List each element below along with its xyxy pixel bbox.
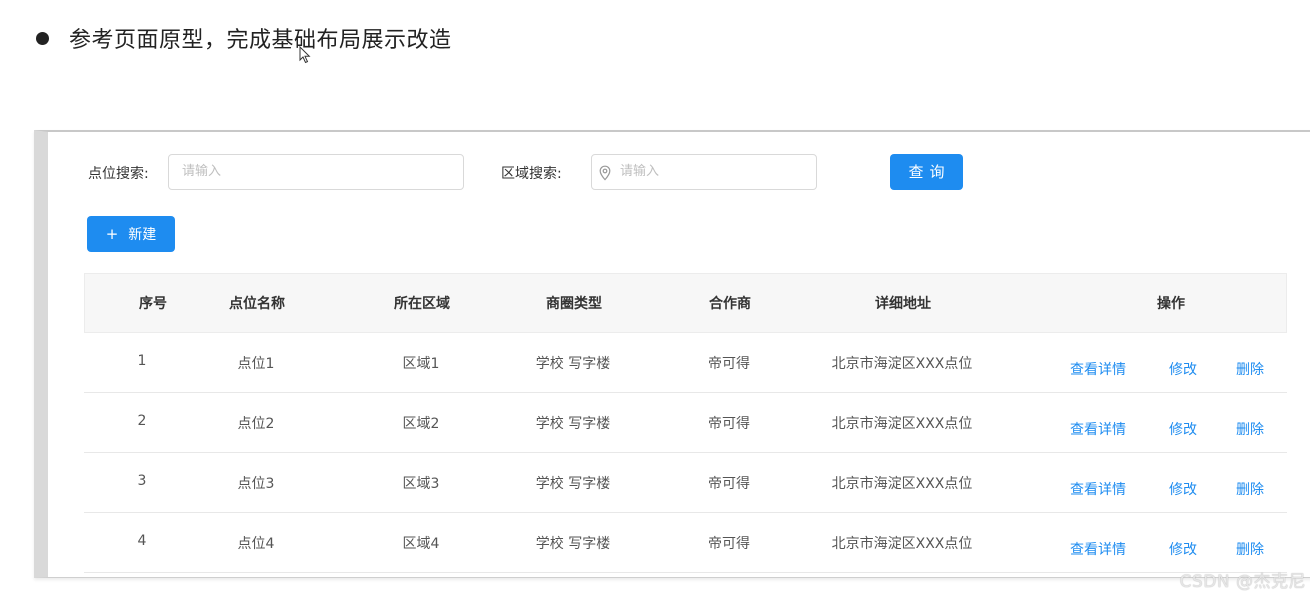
column-header: 操作 — [1157, 296, 1185, 312]
column-header: 点位名称 — [229, 296, 285, 312]
query-button[interactable]: 查询 — [890, 154, 963, 190]
column-header: 所在区域 — [394, 296, 450, 312]
cell-index: 4 — [137, 533, 147, 549]
location-pin-icon — [599, 165, 611, 181]
cell-index: 1 — [137, 353, 147, 369]
new-button-label: 新建 — [128, 227, 157, 243]
cell-name: 点位2 — [237, 416, 275, 432]
cell-address: 北京市海淀区XXX点位 — [831, 536, 973, 552]
edit-link[interactable]: 修改 — [1169, 419, 1197, 439]
column-header: 详细地址 — [875, 296, 931, 312]
cell-partner: 帝可得 — [708, 416, 750, 432]
page-heading: 参考页面原型，完成基础布局展示改造 — [36, 22, 452, 54]
cell-type: 学校 写字楼 — [535, 536, 611, 552]
cell-address: 北京市海淀区XXX点位 — [831, 416, 973, 432]
edit-link[interactable]: 修改 — [1169, 539, 1197, 559]
watermark: CSDN @杰克尼 — [1179, 572, 1306, 592]
cell-name: 点位4 — [237, 536, 275, 552]
cell-partner: 帝可得 — [708, 476, 750, 492]
cell-address: 北京市海淀区XXX点位 — [831, 476, 973, 492]
view-details-link[interactable]: 查看详情 — [1070, 359, 1126, 379]
bullet-icon — [36, 31, 49, 45]
cell-area: 区域3 — [402, 476, 440, 492]
new-button[interactable]: + 新建 — [87, 216, 175, 252]
point-search-label: 点位搜索: — [88, 166, 149, 182]
cell-area: 区域2 — [402, 416, 440, 432]
cell-area: 区域4 — [402, 536, 440, 552]
cell-type: 学校 写字楼 — [535, 476, 611, 492]
delete-link[interactable]: 删除 — [1236, 539, 1264, 559]
points-table: 序号 点位名称 所在区域 商圈类型 合作商 详细地址 操作 1 点位1 区域1 … — [84, 273, 1287, 573]
cell-type: 学校 写字楼 — [535, 416, 611, 432]
cell-index: 2 — [137, 413, 147, 429]
delete-link[interactable]: 删除 — [1236, 359, 1264, 379]
cell-area: 区域1 — [402, 356, 440, 372]
area-search-input[interactable]: 请输入 — [591, 154, 817, 190]
edit-link[interactable]: 修改 — [1169, 479, 1197, 499]
table-row: 3 点位3 区域3 学校 写字楼 帝可得 北京市海淀区XXX点位 查看详情 修改… — [84, 453, 1287, 513]
column-header: 序号 — [139, 296, 167, 312]
column-header: 合作商 — [709, 296, 751, 312]
delete-link[interactable]: 删除 — [1236, 479, 1264, 499]
prototype-panel: 点位搜索: 请输入 区域搜索: 请输入 查询 + 新建 序号 点位名称 所在区域… — [34, 130, 1310, 578]
heading-text: 参考页面原型，完成基础布局展示改造 — [69, 28, 452, 53]
table-row: 1 点位1 区域1 学校 写字楼 帝可得 北京市海淀区XXX点位 查看详情 修改… — [84, 333, 1287, 393]
view-details-link[interactable]: 查看详情 — [1070, 539, 1126, 559]
cell-partner: 帝可得 — [708, 356, 750, 372]
view-details-link[interactable]: 查看详情 — [1070, 479, 1126, 499]
table-row: 4 点位4 区域4 学校 写字楼 帝可得 北京市海淀区XXX点位 查看详情 修改… — [84, 513, 1287, 573]
cell-name: 点位3 — [237, 476, 275, 492]
point-search-placeholder: 请输入 — [182, 164, 222, 179]
table-row: 2 点位2 区域2 学校 写字楼 帝可得 北京市海淀区XXX点位 查看详情 修改… — [84, 393, 1287, 453]
column-header: 商圈类型 — [546, 296, 602, 312]
cell-partner: 帝可得 — [708, 536, 750, 552]
cell-index: 3 — [137, 473, 147, 489]
point-search-input[interactable]: 请输入 — [168, 154, 464, 190]
area-search-placeholder: 请输入 — [620, 164, 660, 179]
table-header: 序号 点位名称 所在区域 商圈类型 合作商 详细地址 操作 — [84, 273, 1287, 333]
cell-address: 北京市海淀区XXX点位 — [831, 356, 973, 372]
cell-name: 点位1 — [237, 356, 275, 372]
view-details-link[interactable]: 查看详情 — [1070, 419, 1126, 439]
mouse-cursor-icon — [299, 46, 311, 64]
cell-type: 学校 写字楼 — [535, 356, 611, 372]
plus-icon: + — [105, 225, 119, 243]
delete-link[interactable]: 删除 — [1236, 419, 1264, 439]
search-bar: 点位搜索: 请输入 区域搜索: 请输入 查询 — [88, 154, 1310, 190]
area-search-label: 区域搜索: — [501, 166, 562, 182]
edit-link[interactable]: 修改 — [1169, 359, 1197, 379]
